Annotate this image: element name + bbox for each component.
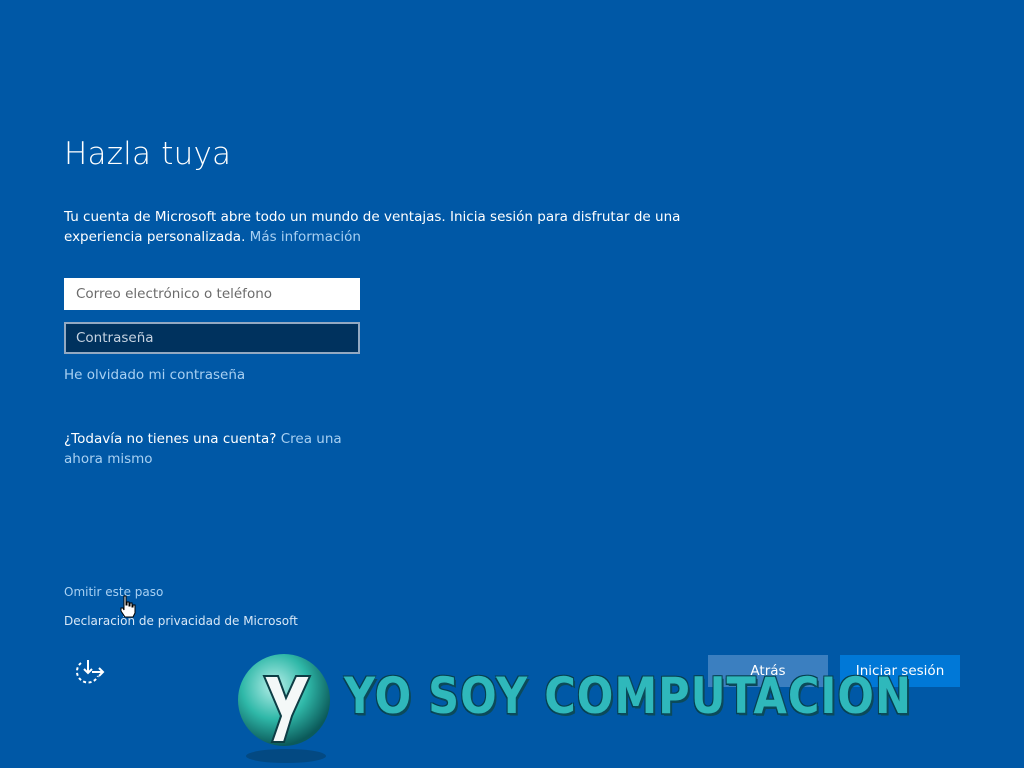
- intro-paragraph: Tu cuenta de Microsoft abre todo un mund…: [64, 207, 704, 247]
- ease-of-access-icon[interactable]: [70, 656, 106, 688]
- privacy-statement-link[interactable]: Declaración de privacidad de Microsoft: [64, 614, 298, 628]
- signup-paragraph: ¿Todavía no tienes una cuenta? Crea una …: [64, 429, 354, 469]
- logo-globe-icon: [238, 654, 330, 763]
- watermark-text: YO SOY COMPUTACION: [344, 668, 912, 726]
- hand-cursor-icon: [120, 595, 136, 618]
- signup-question: ¿Todavía no tienes una cuenta?: [64, 431, 277, 447]
- email-input[interactable]: [64, 278, 360, 310]
- more-info-link[interactable]: Más información: [250, 229, 361, 245]
- watermark-logo: YO SOY COMPUTACION: [236, 650, 911, 768]
- intro-text: Tu cuenta de Microsoft abre todo un mund…: [64, 209, 681, 245]
- forgot-password-link[interactable]: He olvidado mi contraseña: [64, 367, 245, 383]
- page-title: Hazla tuya: [64, 136, 232, 172]
- skip-step-link[interactable]: Omitir este paso: [64, 585, 163, 599]
- setup-screen: Hazla tuya Tu cuenta de Microsoft abre t…: [0, 0, 1024, 768]
- password-input[interactable]: [64, 322, 360, 354]
